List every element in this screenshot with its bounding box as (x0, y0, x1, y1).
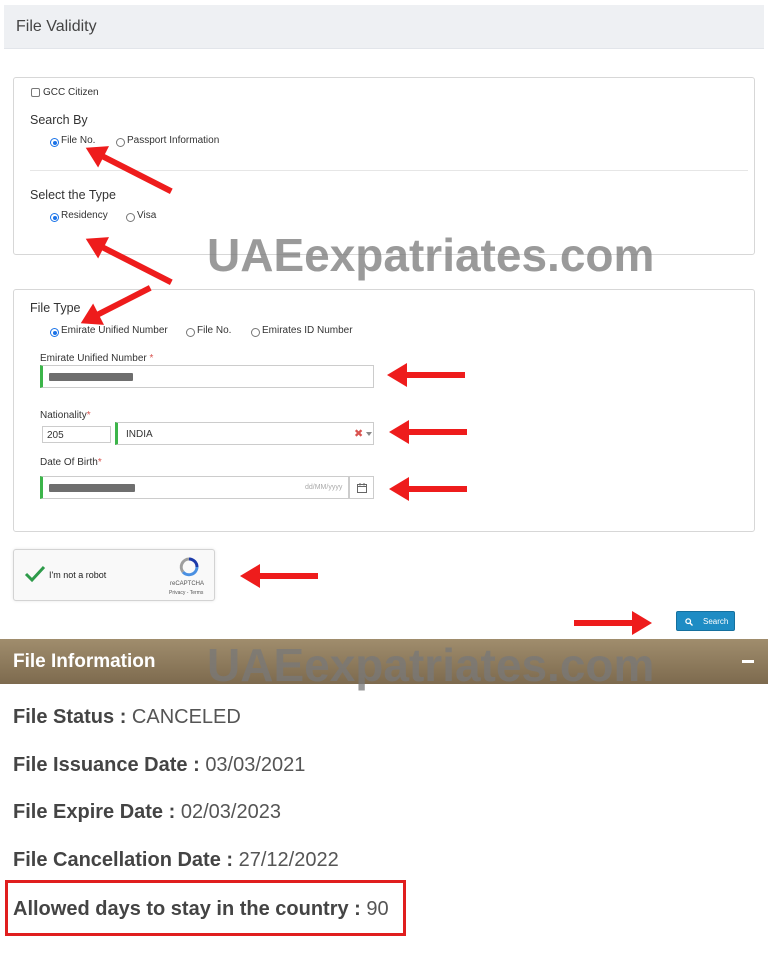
unified-number-label: Emirate Unified Number * (40, 353, 154, 364)
file-status-row: File Status : CANCELED (13, 706, 241, 729)
recaptcha-brand: reCAPTCHA (170, 581, 205, 587)
file-expire-row: File Expire Date : 02/03/2023 (13, 801, 281, 824)
chevron-down-icon[interactable] (366, 432, 372, 436)
recaptcha-logo-icon (179, 557, 199, 577)
masked-value (49, 373, 133, 381)
annotation-arrow (240, 564, 318, 588)
calendar-icon (357, 483, 367, 493)
file-type-unified-label: Emirate Unified Number (61, 325, 168, 336)
file-status-label: File Status : (13, 706, 127, 728)
annotation-arrow (387, 363, 465, 387)
select-type-label: Select the Type (30, 188, 116, 202)
search-by-passport-radio[interactable] (116, 138, 125, 147)
highlight-box (5, 880, 406, 936)
file-cancellation-label: File Cancellation Date : (13, 849, 234, 871)
search-button-label: Search (703, 617, 729, 626)
dob-label: Date Of Birth* (40, 457, 102, 468)
annotation-arrow (389, 420, 467, 444)
file-details-panel: File Type Emirate Unified Number File No… (13, 289, 755, 532)
watermark: UAEexpatriates.com (207, 639, 655, 691)
collapse-icon[interactable] (742, 660, 754, 663)
type-visa-radio[interactable] (126, 213, 135, 222)
annotation-arrow (389, 477, 467, 501)
search-by-passport-label: Passport Information (127, 135, 220, 146)
file-issuance-value: 03/03/2021 (205, 754, 306, 776)
type-residency-radio[interactable] (50, 213, 59, 222)
checkmark-icon[interactable] (24, 564, 46, 584)
nationality-code-value: 205 (47, 430, 64, 441)
file-type-eid-label: Emirates ID Number (262, 325, 353, 336)
type-visa-label: Visa (137, 210, 157, 221)
nationality-code-input[interactable]: 205 (42, 426, 111, 443)
nationality-label: Nationality* (40, 410, 91, 421)
file-issuance-label: File Issuance Date : (13, 754, 200, 776)
search-button[interactable]: Search (676, 611, 735, 631)
file-information-title: File Information (13, 651, 156, 672)
file-expire-value: 02/03/2023 (180, 801, 281, 823)
file-cancellation-value: 27/12/2022 (238, 849, 339, 871)
unified-number-input[interactable] (40, 365, 374, 388)
page-header: File Validity (4, 5, 764, 49)
file-type-file-no-label: File No. (197, 325, 232, 336)
calendar-button[interactable] (349, 476, 374, 499)
search-by-label: Search By (30, 113, 88, 127)
watermark: UAEexpatriates.com (207, 229, 655, 281)
gcc-citizen-label: GCC Citizen (43, 87, 99, 98)
masked-value (49, 484, 135, 492)
search-icon (685, 618, 693, 626)
clear-icon[interactable]: ✖ (354, 427, 363, 440)
file-type-file-no-radio[interactable] (186, 328, 195, 337)
file-issuance-row: File Issuance Date : 03/03/2021 (13, 754, 305, 777)
type-residency-label: Residency (61, 210, 108, 221)
nationality-select[interactable]: INDIA ✖ (115, 422, 374, 445)
recaptcha-widget: I'm not a robot reCAPTCHA Privacy - Term… (13, 549, 215, 601)
search-by-file-no-radio[interactable] (50, 138, 59, 147)
recaptcha-label: I'm not a robot (49, 570, 107, 580)
dob-placeholder: dd/MM/yyyy (305, 484, 343, 491)
annotation-arrow (574, 611, 652, 635)
file-type-unified-radio[interactable] (50, 328, 59, 337)
nationality-value: INDIA (126, 429, 153, 440)
recaptcha-links[interactable]: Privacy - Terms (169, 590, 203, 596)
file-type-eid-radio[interactable] (251, 328, 260, 337)
file-type-label: File Type (30, 301, 81, 315)
file-status-value: CANCELED (131, 706, 241, 728)
file-cancellation-row: File Cancellation Date : 27/12/2022 (13, 849, 339, 872)
dob-input[interactable]: dd/MM/yyyy (40, 476, 349, 499)
file-expire-label: File Expire Date : (13, 801, 176, 823)
page-title: File Validity (16, 18, 97, 35)
gcc-citizen-checkbox[interactable] (31, 88, 40, 97)
